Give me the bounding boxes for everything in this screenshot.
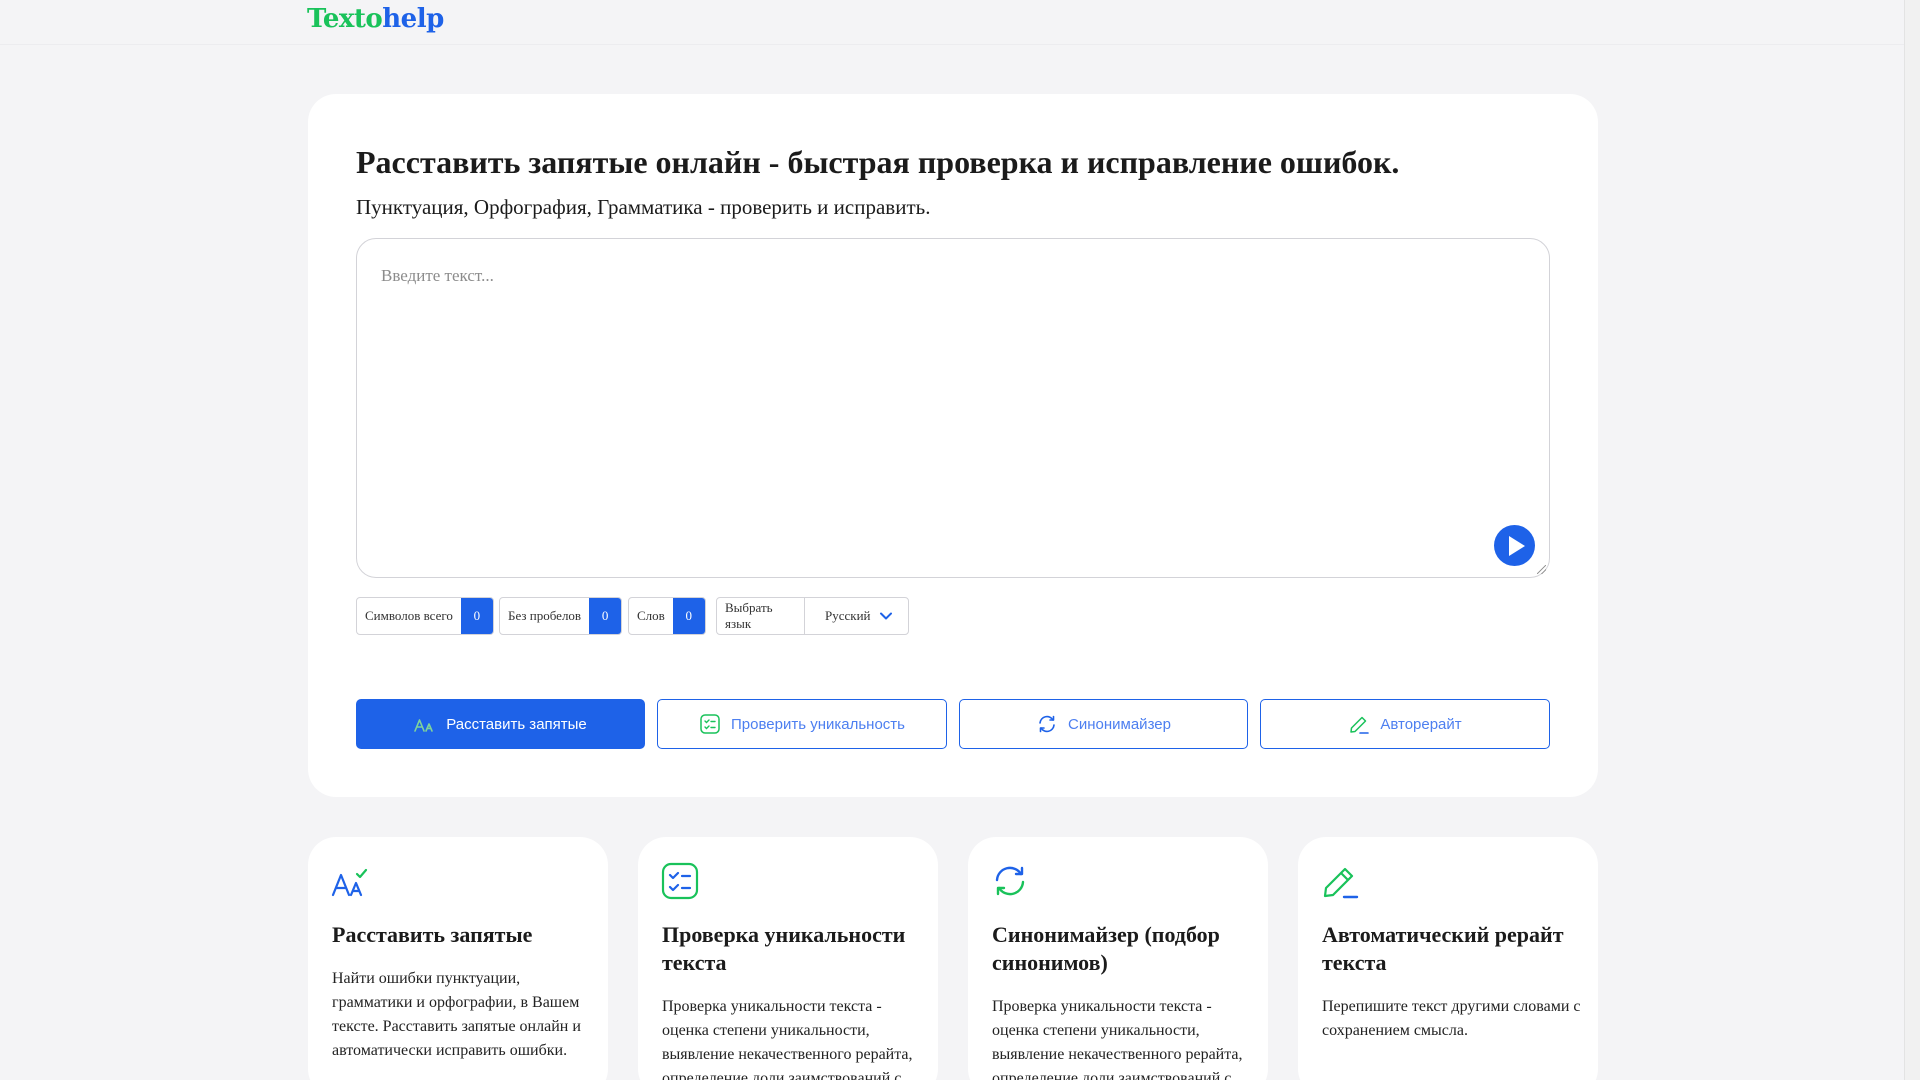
pencil-icon [1323, 867, 1359, 899]
chevron-down-icon [880, 612, 892, 620]
autorewrite-button-label: Авторерайт [1380, 715, 1462, 733]
checklist-icon [700, 714, 720, 734]
logo-text-part2: help [382, 4, 444, 34]
font-check-icon [331, 868, 368, 897]
synonymizer-button[interactable]: Синонимайзер [959, 699, 1248, 749]
page-subtitle: Пунктуация, Орфография, Грамматика - про… [356, 195, 931, 219]
feature-description: Найти ошибки пунктуации, грамматики и ор… [332, 970, 581, 1059]
chars-counter-label: Символов всего [365, 608, 453, 623]
feature-card-uniqueness[interactable]: Проверка уникальности текста Проверка ун… [638, 837, 938, 1080]
refresh-icon [1039, 715, 1055, 733]
feature-card-synonymizer[interactable]: Синонимайзер (подбор синонимов) Проверка… [968, 837, 1268, 1080]
commas-button[interactable]: Расставить запятые [356, 699, 645, 749]
check-uniqueness-button-label: Проверить уникальность [731, 715, 905, 733]
feature-title: Автоматический рерайт текста [1322, 922, 1564, 975]
main-card: Расставить запятые онлайн - быстрая пров… [308, 94, 1598, 797]
refresh-icon [995, 866, 1025, 896]
text-input-area[interactable]: Введите текст... [356, 238, 1550, 578]
page-title: Расставить запятые онлайн - быстрая пров… [356, 144, 1400, 180]
feature-description: Перепишите текст другими словами с сохра… [1322, 998, 1581, 1039]
text-input-placeholder: Введите текст... [381, 266, 494, 285]
language-dropdown[interactable]: Русский [805, 598, 908, 634]
words-counter: Слов 0 [628, 597, 706, 635]
feature-description: Проверка уникальности текста - оценка ст… [662, 998, 913, 1080]
checklist-icon [661, 862, 699, 900]
nospace-counter: Без пробелов 0 [499, 597, 623, 635]
language-label: Выбрать язык [717, 598, 805, 634]
page-scrollbar[interactable] [1904, 0, 1920, 1080]
chars-counter-value: 0 [460, 598, 493, 634]
nospace-counter-label: Без пробелов [508, 608, 582, 623]
language-selected-value: Русский [825, 608, 871, 623]
resize-handle[interactable] [1537, 565, 1546, 574]
words-counter-label: Слов [637, 608, 665, 623]
pencil-icon [1350, 716, 1370, 734]
logo[interactable]: Textohelp [307, 4, 444, 34]
language-select[interactable]: Выбрать язык Русский [716, 597, 909, 635]
chars-counter: Символов всего 0 [356, 597, 494, 635]
play-icon[interactable] [1494, 525, 1535, 566]
commas-button-label: Расставить запятые [446, 715, 587, 733]
feature-description: Проверка уникальности текста - оценка ст… [992, 998, 1243, 1080]
autorewrite-button[interactable]: Авторерайт [1260, 699, 1550, 749]
words-counter-value: 0 [672, 598, 705, 634]
feature-title: Проверка уникальности текста [662, 922, 906, 975]
feature-title: Расставить запятые [332, 922, 533, 947]
check-uniqueness-button[interactable]: Проверить уникальность [657, 699, 947, 749]
logo-text-part1: Texto [307, 4, 383, 34]
synonymizer-button-label: Синонимайзер [1068, 715, 1171, 733]
feature-title: Синонимайзер (подбор синонимов) [992, 922, 1220, 975]
nospace-counter-value: 0 [589, 598, 622, 634]
feature-card-rewrite[interactable]: Автоматический рерайт текста Перепишите … [1298, 837, 1598, 1080]
top-bar: Textohelp [0, 0, 1904, 45]
font-check-icon [414, 719, 434, 732]
feature-card-commas[interactable]: Расставить запятые Найти ошибки пунктуац… [308, 837, 608, 1080]
